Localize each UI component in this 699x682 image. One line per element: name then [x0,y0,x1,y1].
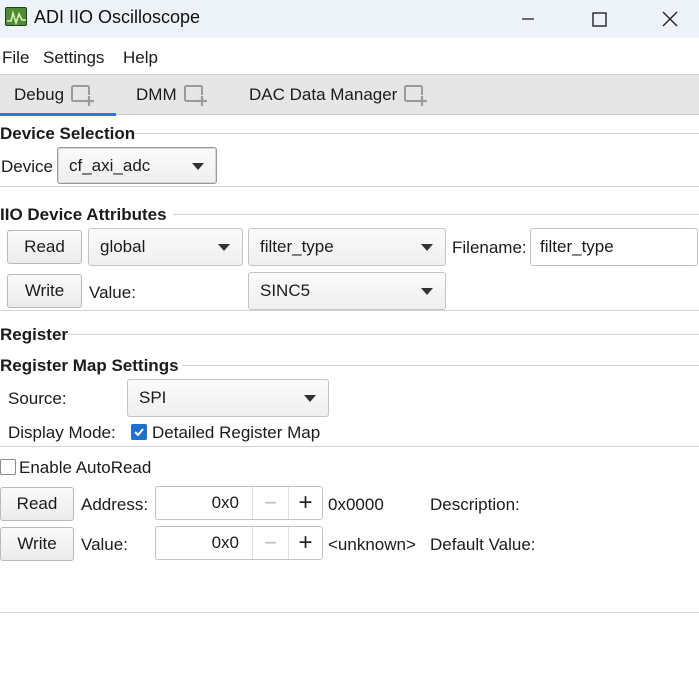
source-label: Source: [8,389,67,408]
separator [182,365,699,366]
separator [64,334,699,335]
close-icon [662,11,678,27]
add-tab-icon[interactable] [183,83,209,107]
register-title: Register [0,325,69,344]
chevron-down-icon [421,244,433,251]
device-value: cf_axi_adc [69,155,151,175]
auto-read-label[interactable]: Enable AutoRead [19,458,151,478]
display-mode-label: Display Mode: [8,423,116,442]
register-write-button[interactable]: Write [0,527,74,561]
address-decrement-button[interactable]: − [252,487,288,519]
chevron-down-icon [218,244,230,251]
value-combo[interactable]: SINC5 [248,272,446,310]
add-tab-icon[interactable] [403,83,429,107]
chevron-down-icon [421,288,433,295]
address-hex: 0x0000 [328,495,384,514]
maximize-icon [591,11,607,27]
value-combo-value: SINC5 [260,281,311,300]
register-map-settings-title: Register Map Settings [0,356,179,375]
value-text: <unknown> [328,535,416,554]
separator [0,446,699,447]
maximize-button[interactable] [564,0,634,38]
attr-write-button[interactable]: Write [7,274,82,308]
chevron-down-icon [304,395,316,402]
tab-dmm-label: DMM [136,85,177,104]
attr-read-button[interactable]: Read [7,230,82,264]
add-tab-icon[interactable] [70,83,96,107]
attribute-combo[interactable]: filter_type [248,228,446,266]
title-bar: ADI IIO Oscilloscope [0,0,699,38]
close-button[interactable] [635,0,699,38]
address-label: Address: [81,495,149,514]
filename-label: Filename: [452,238,527,257]
device-combo[interactable]: cf_axi_adc [57,147,217,184]
device-label: Device [1,157,53,176]
menu-bar: File Settings Help [0,40,699,74]
window-title: ADI IIO Oscilloscope [34,7,201,27]
oscilloscope-app-icon [5,7,27,26]
attribute-value: filter_type [260,237,334,256]
minimize-button[interactable] [493,0,563,38]
description-label: Description: [430,495,520,514]
tab-dmm[interactable]: DMM [136,75,209,115]
active-tab-indicator [0,113,116,116]
chevron-down-icon [192,163,204,170]
minimize-icon [522,18,534,20]
tab-dac-data-manager[interactable]: DAC Data Manager [249,75,429,115]
tab-debug[interactable]: Debug [0,75,116,116]
separator [134,133,699,134]
tab-bar: Debug DMM DAC Data Manager [0,74,699,116]
register-value-label: Value: [81,535,128,554]
menu-file[interactable]: File [2,48,29,68]
address-increment-button[interactable]: + [288,487,322,519]
separator [0,186,699,187]
detailed-map-checkbox[interactable] [131,424,147,440]
value-input[interactable]: 0x0 [156,527,252,559]
channel-value: global [100,237,146,256]
iio-attributes-title: IIO Device Attributes [0,205,167,224]
separator [0,310,699,311]
detailed-map-label[interactable]: Detailed Register Map [152,423,320,443]
tab-debug-label: Debug [14,85,65,104]
separator [173,214,699,215]
menu-settings[interactable]: Settings [43,48,104,68]
register-read-button[interactable]: Read [0,487,74,521]
source-combo[interactable]: SPI [127,379,329,417]
default-value-label: Default Value: [430,535,536,554]
value-decrement-button[interactable]: − [252,527,288,559]
address-spinbox[interactable]: 0x0 − + [155,486,323,520]
checkmark-icon [134,428,144,437]
value-spinbox[interactable]: 0x0 − + [155,526,323,560]
filename-field[interactable]: filter_type [530,228,698,266]
separator [0,612,699,613]
address-input[interactable]: 0x0 [156,487,252,519]
menu-help[interactable]: Help [123,48,158,68]
channel-combo[interactable]: global [88,228,243,266]
device-selection-title: Device Selection [0,124,136,143]
auto-read-checkbox[interactable] [0,459,16,475]
value-label: Value: [89,283,136,302]
source-value: SPI [139,388,167,407]
tab-dac-label: DAC Data Manager [249,85,398,104]
value-increment-button[interactable]: + [288,527,322,559]
